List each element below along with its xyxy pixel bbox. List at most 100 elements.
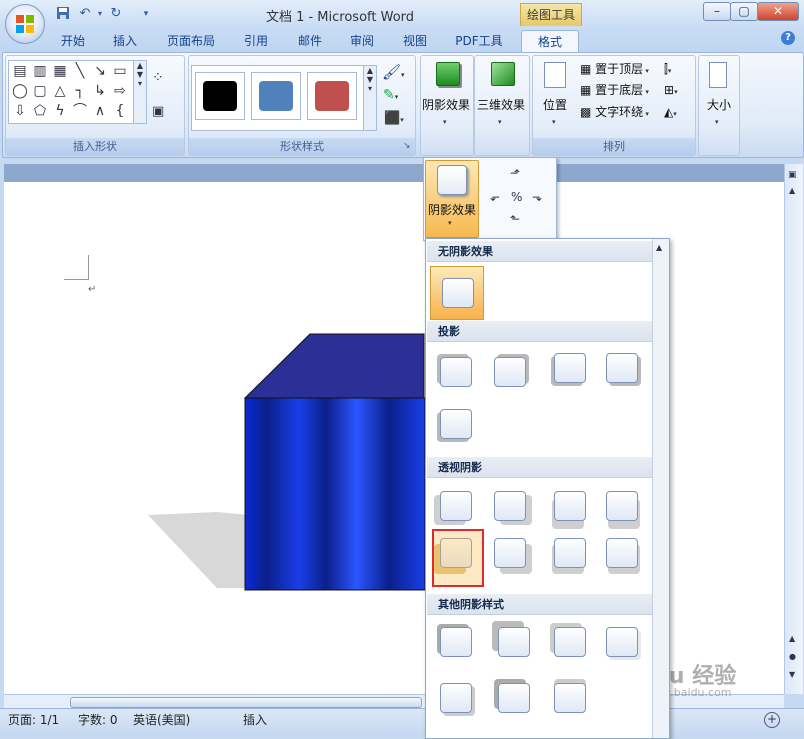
line-shape-icon[interactable]: ╲ bbox=[71, 62, 89, 80]
triangle-shape-icon[interactable]: △ bbox=[51, 82, 69, 100]
down-arrow-shape-icon[interactable]: ⇩ bbox=[11, 102, 29, 120]
tab-mailings[interactable]: 邮件 bbox=[289, 30, 331, 52]
oval-shape-icon[interactable]: ◯ bbox=[11, 82, 29, 100]
tab-insert[interactable]: 插入 bbox=[104, 30, 146, 52]
shadow-option-drop-2[interactable] bbox=[486, 349, 530, 393]
shadow-option-drop-3[interactable] bbox=[546, 345, 590, 389]
browse-object-icon[interactable]: ● bbox=[789, 652, 796, 661]
shadow-option-other-4[interactable] bbox=[598, 619, 642, 663]
style-swatch-black[interactable] bbox=[195, 72, 245, 120]
nudge-up-icon[interactable]: ⬏ bbox=[510, 166, 520, 180]
undo-dropdown-icon[interactable]: ▾ bbox=[92, 6, 108, 22]
rotate-icon[interactable]: ◭▾ bbox=[664, 103, 677, 121]
shapes-gallery-scroll[interactable]: ▲ ▼ ▾ bbox=[133, 60, 147, 124]
help-icon[interactable]: ? bbox=[781, 31, 795, 45]
undo-icon[interactable]: ↶ bbox=[77, 6, 93, 22]
shadow-option-drop-1[interactable] bbox=[432, 349, 476, 393]
page-count[interactable]: 页面: 1/1 bbox=[8, 711, 59, 729]
right-arrow-shape-icon[interactable]: ⇨ bbox=[111, 82, 129, 100]
shadow-option-other-3[interactable] bbox=[546, 619, 590, 663]
rectangle-shape-icon[interactable]: ▭ bbox=[111, 62, 129, 80]
freeform-shape-icon[interactable]: ∧ bbox=[91, 102, 109, 120]
rounded-rect-icon[interactable]: ▢ bbox=[31, 82, 49, 100]
popup-shadow-button[interactable]: 阴影效果 ▾ bbox=[425, 160, 479, 238]
shapes-gallery[interactable]: ▤ ▥ ▦ ╲ ↘ ▭ ◯ ▢ △ ┐ ↳ ⇨ ⇩ ⬠ ϟ ⌒ ∧ { bbox=[8, 60, 134, 124]
outline-color-icon[interactable]: ✎▾ bbox=[383, 87, 398, 103]
group-objects-icon[interactable]: ⊞▾ bbox=[664, 81, 678, 99]
position-button[interactable]: 位置 ▾ bbox=[536, 58, 586, 136]
language-indicator[interactable]: 英语(美国) bbox=[133, 711, 190, 729]
dialog-launcher-icon[interactable]: ↘ bbox=[403, 141, 411, 151]
tab-references[interactable]: 引用 bbox=[235, 30, 277, 52]
horizontal-scroll-thumb[interactable] bbox=[70, 697, 422, 708]
text-wrapping-button[interactable]: ▩ 文字环绕 ▾ bbox=[580, 103, 649, 121]
shadow-option-persp-2[interactable] bbox=[486, 483, 530, 527]
lightning-shape-icon[interactable]: ϟ bbox=[51, 102, 69, 120]
scroll-up-icon[interactable]: ▲ bbox=[789, 186, 795, 195]
brace-shape-icon[interactable]: { bbox=[111, 102, 129, 120]
word-count[interactable]: 字数: 0 bbox=[78, 711, 118, 729]
zoom-in-icon[interactable]: + bbox=[764, 712, 780, 728]
tab-view[interactable]: 视图 bbox=[394, 30, 436, 52]
maximize-button[interactable]: ▢ bbox=[730, 2, 758, 21]
shadow-option-none[interactable] bbox=[430, 266, 484, 320]
edit-points-icon[interactable]: ⁘ bbox=[152, 70, 164, 86]
textbox-insert-icon[interactable]: ▣ bbox=[152, 104, 164, 119]
nudge-left-icon[interactable]: ⬐ bbox=[490, 190, 500, 204]
tab-home[interactable]: 开始 bbox=[52, 30, 94, 52]
change-shape-icon[interactable]: ⬛▾ bbox=[384, 111, 404, 126]
bring-to-front-button[interactable]: ▦ 置于顶层 ▾ bbox=[580, 60, 649, 78]
shadow-option-persp-1[interactable] bbox=[432, 483, 476, 527]
shadow-option-other-2[interactable] bbox=[490, 619, 534, 663]
arrow-line-icon[interactable]: ↘ bbox=[91, 62, 109, 80]
gallery-scrollbar[interactable]: ▲ bbox=[652, 239, 669, 738]
office-button[interactable] bbox=[5, 4, 45, 44]
next-page-icon[interactable]: ▼ bbox=[789, 670, 795, 679]
shadow-option-persp-4[interactable] bbox=[598, 483, 642, 527]
frame-shape-icon[interactable]: ▦ bbox=[51, 62, 69, 80]
shadow-option-persp-7[interactable] bbox=[546, 530, 590, 574]
size-button[interactable]: 大小 ▾ bbox=[701, 58, 737, 136]
send-to-back-button[interactable]: ▦ 置于底层 ▾ bbox=[580, 81, 649, 99]
style-swatch-blue[interactable] bbox=[251, 72, 301, 120]
textbox-shape-icon[interactable]: ▤ bbox=[11, 62, 29, 80]
pentagon-shape-icon[interactable]: ⬠ bbox=[31, 102, 49, 120]
shadow-option-persp-8[interactable] bbox=[598, 530, 642, 574]
scroll-up-icon[interactable]: ▲ bbox=[656, 243, 662, 252]
tab-page-layout[interactable]: 页面布局 bbox=[159, 30, 223, 52]
shadow-option-other-7[interactable] bbox=[546, 675, 590, 719]
elbow-arrow-icon[interactable]: ↳ bbox=[91, 82, 109, 100]
tab-review[interactable]: 审阅 bbox=[341, 30, 383, 52]
prev-page-icon[interactable]: ▲ bbox=[789, 634, 795, 643]
3d-effects-button[interactable]: 三维效果 ▾ bbox=[476, 58, 526, 136]
shadow-option-other-5[interactable] bbox=[432, 675, 476, 719]
tab-format[interactable]: 格式 bbox=[521, 30, 579, 53]
minimize-button[interactable]: – bbox=[703, 2, 731, 21]
shadow-option-drop-4[interactable] bbox=[598, 345, 642, 389]
swatch-fill bbox=[259, 81, 293, 111]
curve-shape-icon[interactable]: ⌒ bbox=[71, 102, 89, 120]
shadow-option-persp-3[interactable] bbox=[546, 483, 590, 527]
ruler-toggle-icon[interactable]: ▣ bbox=[788, 170, 797, 180]
shadow-toggle-icon[interactable]: % bbox=[511, 190, 522, 204]
shadow-option-persp-6[interactable] bbox=[486, 530, 530, 574]
shadow-option-other-1[interactable] bbox=[432, 619, 476, 663]
style-gallery-scroll[interactable]: ▲ ▼ ▾ bbox=[363, 65, 377, 131]
vertical-textbox-icon[interactable]: ▥ bbox=[31, 62, 49, 80]
nudge-right-icon[interactable]: ⬎ bbox=[532, 190, 542, 204]
close-button[interactable]: ✕ bbox=[757, 2, 799, 21]
elbow-connector-icon[interactable]: ┐ bbox=[71, 82, 89, 100]
align-icon[interactable]: ⫿▾ bbox=[664, 60, 671, 78]
shadow-option-drop-5[interactable] bbox=[432, 401, 476, 445]
shadow-effects-button[interactable]: 阴影效果 ▾ bbox=[421, 58, 471, 136]
style-swatch-red[interactable] bbox=[307, 72, 357, 120]
fill-color-icon[interactable]: 🖌▾ bbox=[382, 63, 405, 81]
nudge-down-icon[interactable]: ⬑ bbox=[510, 212, 520, 226]
tab-pdf-tools[interactable]: PDF工具 bbox=[448, 30, 510, 52]
redo-icon[interactable]: ↻ bbox=[108, 6, 124, 22]
vertical-scrollbar[interactable]: ▣ ▲ ▲ ● ▼ bbox=[784, 164, 803, 694]
shadow-option-other-6[interactable] bbox=[490, 675, 534, 719]
save-icon[interactable] bbox=[55, 6, 71, 22]
insert-mode[interactable]: 插入 bbox=[243, 711, 267, 729]
customize-icon[interactable]: ▾ bbox=[138, 6, 154, 22]
